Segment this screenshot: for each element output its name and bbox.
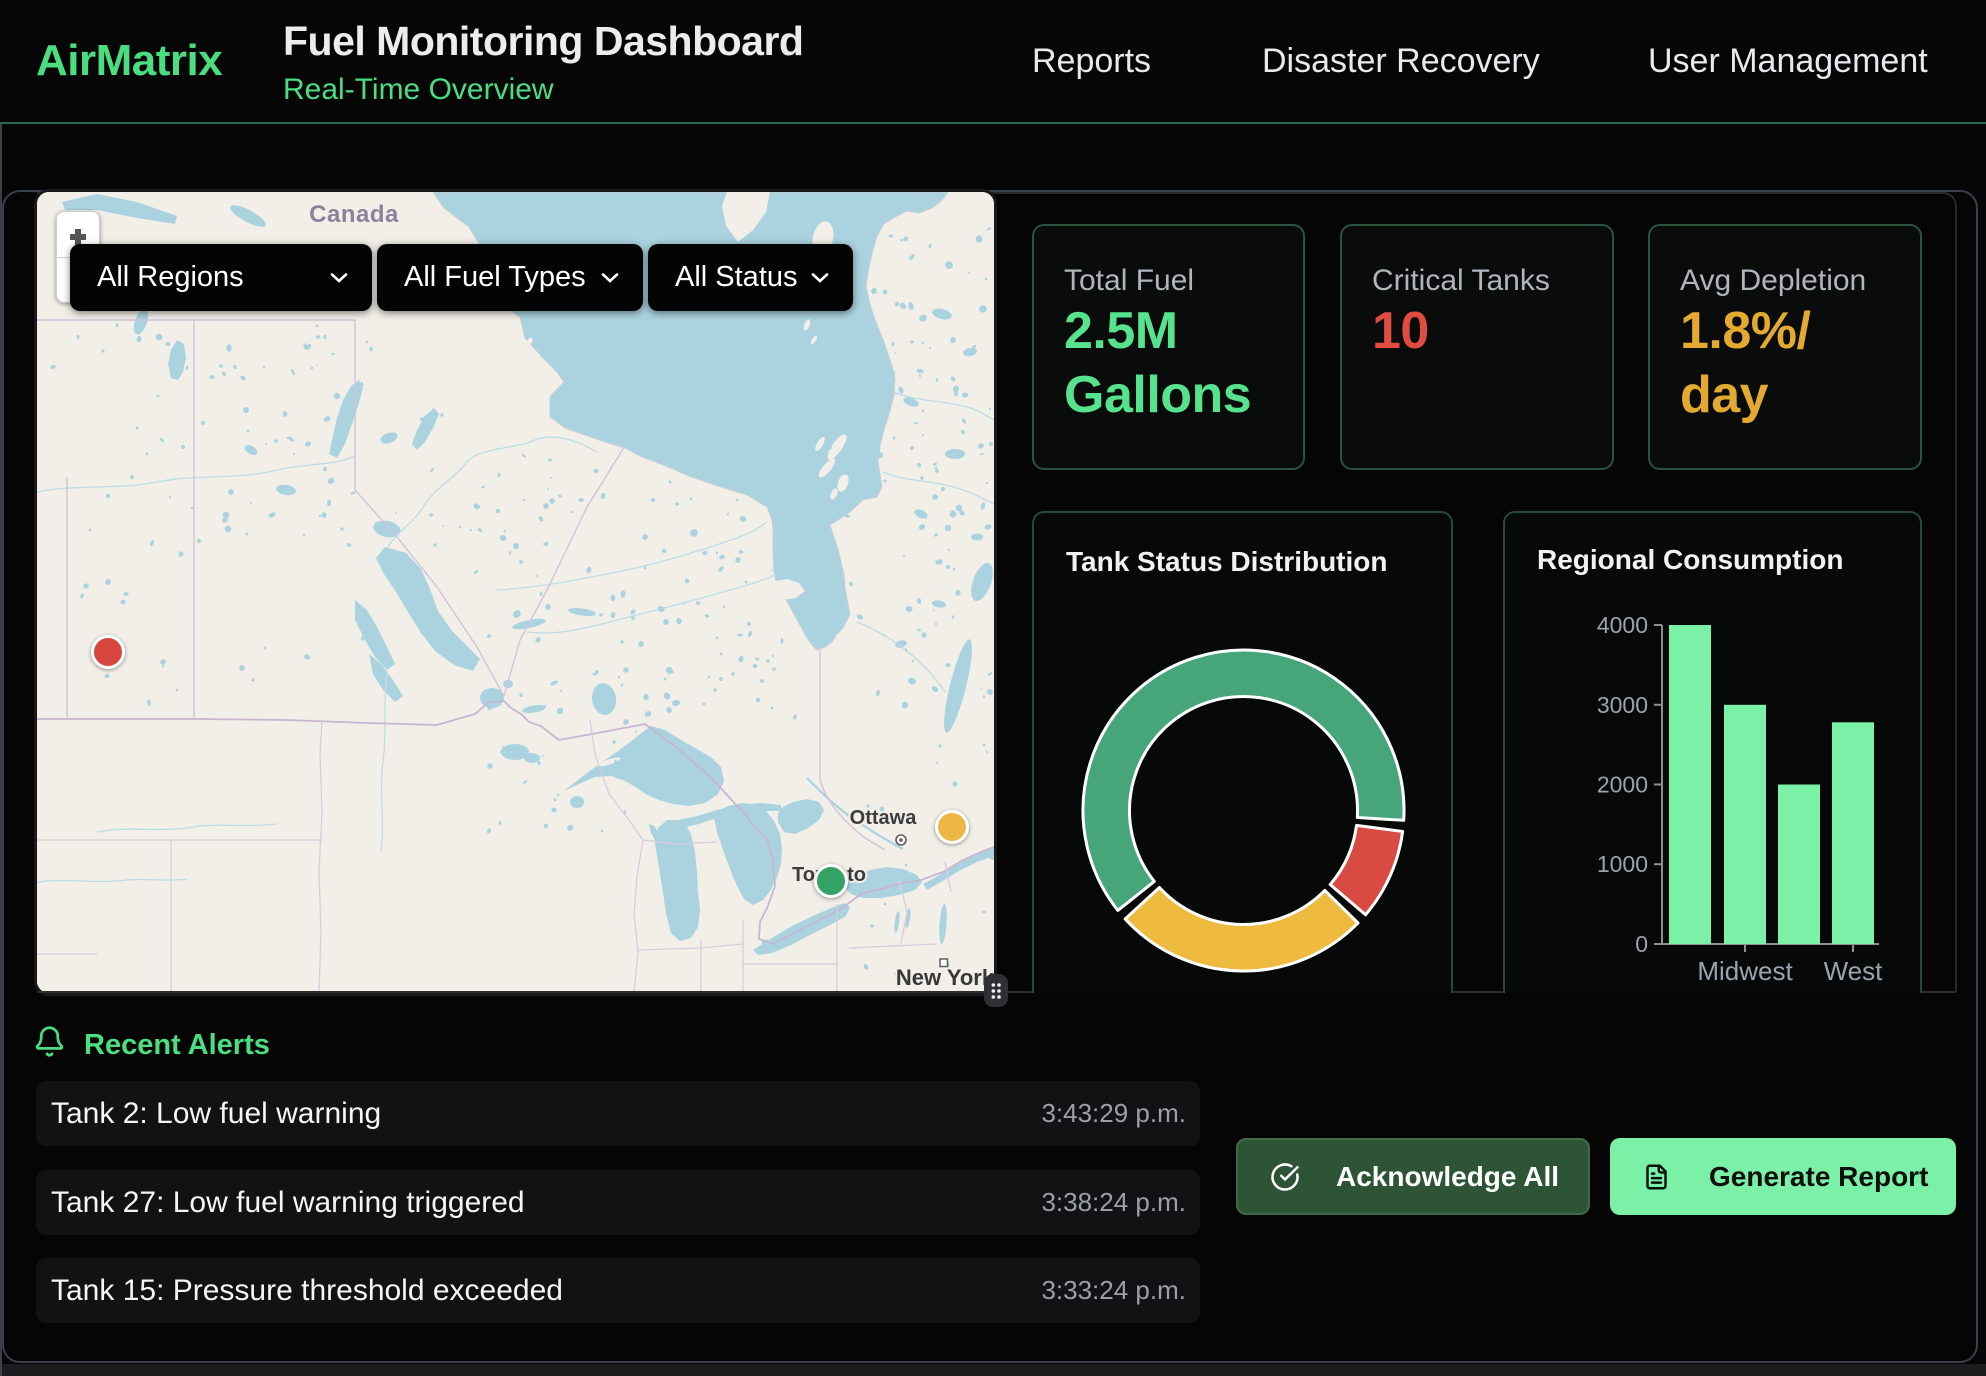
svg-text:West: West bbox=[1824, 956, 1884, 986]
svg-text:4000: 4000 bbox=[1597, 612, 1648, 638]
svg-text:1000: 1000 bbox=[1597, 851, 1648, 877]
svg-text:2000: 2000 bbox=[1597, 772, 1648, 798]
svg-text:3000: 3000 bbox=[1597, 692, 1648, 718]
svg-text:Ottawa: Ottawa bbox=[850, 807, 918, 829]
svg-text:0: 0 bbox=[1635, 931, 1648, 957]
svg-text:Midwest: Midwest bbox=[1697, 956, 1793, 986]
svg-text:New York: New York bbox=[896, 965, 994, 990]
svg-text:Canada: Canada bbox=[309, 201, 399, 228]
